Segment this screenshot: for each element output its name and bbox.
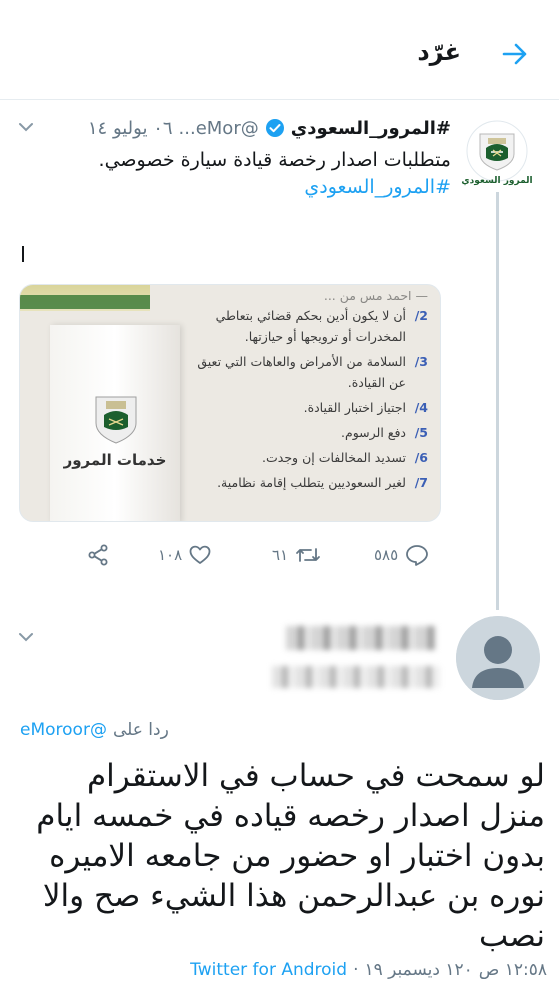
tweet-image[interactable]: خدمات المرور — أحمد مس من ... 2/ أن لا ي… bbox=[19, 284, 441, 522]
list-item: — أحمد مس من ... bbox=[170, 291, 428, 305]
parent-tweet[interactable]: المرور السعودي #المرور_السعودي @eMor... … bbox=[0, 100, 559, 610]
card-green-stripe bbox=[20, 295, 150, 309]
arrow-right-icon bbox=[502, 43, 527, 65]
replying-to-label: ردا على bbox=[112, 720, 169, 740]
top-bar: غرّد bbox=[0, 0, 559, 100]
like-button[interactable]: ١٠٨ bbox=[158, 540, 212, 570]
like-count: ١٠٨ bbox=[158, 546, 183, 564]
traffic-emblem-icon bbox=[95, 396, 137, 444]
list-item-text: دفع الرسوم. bbox=[341, 425, 406, 440]
reply-button[interactable]: ٥٨٥ bbox=[374, 540, 430, 570]
reply-text: لو سمحت في حساب في الاستقرام منزل اصدار … bbox=[36, 758, 545, 954]
tweet-time: ١٢:٥٨ ص bbox=[478, 960, 547, 980]
page-title: غرّد bbox=[417, 38, 461, 66]
avatar[interactable] bbox=[456, 616, 540, 700]
author-name[interactable]: #المرور_السعودي bbox=[291, 118, 451, 139]
list-item-number: 6/ bbox=[414, 450, 428, 465]
tweet-text: متطلبات اصدار رخصة قيادة سيارة خصوصي. bbox=[98, 149, 451, 171]
verified-badge-icon bbox=[265, 119, 284, 137]
list-item: 6/ تسديد المخالفات إن وجدت. bbox=[170, 447, 428, 468]
share-button[interactable] bbox=[86, 540, 110, 570]
list-item: 2/ أن لا يكون أدين بحكم قضائي بتعاطي bbox=[170, 305, 428, 326]
list-item-continuation: عن القيادة. bbox=[347, 375, 406, 390]
list-item: 7/ لغير السعوديين يتطلب إقامة نظامية. bbox=[170, 472, 428, 493]
list-item: 5/ دفع الرسوم. bbox=[170, 422, 428, 443]
list-item-text: — أحمد مس من ... bbox=[323, 291, 428, 303]
tweet-menu-button[interactable] bbox=[18, 118, 34, 137]
thread-line bbox=[496, 192, 499, 610]
meta-separator: · bbox=[353, 960, 359, 980]
blurred-author-handle bbox=[272, 666, 440, 688]
tweet-header: #المرور_السعودي @eMor... ٠٦ يوليو ١٤ bbox=[11, 114, 451, 142]
chevron-down-icon bbox=[19, 123, 33, 132]
list-item: 3/ السلامة من الأمراض والعاهات التي تعيق bbox=[170, 351, 428, 372]
comment-icon bbox=[406, 545, 429, 566]
list-item-text: أن لا يكون أدين بحكم قضائي بتعاطي bbox=[215, 308, 406, 323]
chevron-down-icon bbox=[19, 633, 33, 642]
traffic-emblem-icon bbox=[466, 120, 528, 182]
list-item-text: اجتياز اختبار القيادة. bbox=[303, 400, 406, 415]
blurred-author-name bbox=[286, 626, 436, 650]
avatar[interactable] bbox=[466, 120, 528, 182]
list-item-text: لغير السعوديين يتطلب إقامة نظامية. bbox=[217, 475, 406, 490]
reply-count: ٥٨٥ bbox=[374, 546, 399, 564]
text-cursor bbox=[22, 246, 24, 262]
default-avatar-icon bbox=[456, 616, 540, 700]
avatar-caption: المرور السعودي bbox=[461, 176, 533, 186]
mention-link[interactable]: @eMoroor bbox=[20, 720, 107, 740]
list-item-number: 4/ bbox=[414, 400, 428, 415]
list-item-continuation: المخدرات أو ترويجها أو حيازتها. bbox=[244, 329, 406, 344]
hashtag-link[interactable]: #المرور_السعودي bbox=[304, 176, 451, 198]
reply-tweet[interactable]: ردا على @eMoroor لو سمحت في حساب في الاس… bbox=[0, 610, 559, 1000]
list-item: 4/ اجتياز اختبار القيادة. bbox=[170, 397, 428, 418]
tweet-menu-button[interactable] bbox=[18, 628, 34, 647]
retweet-icon bbox=[296, 548, 321, 562]
retweet-button[interactable]: ٦١ bbox=[272, 540, 322, 570]
list-item-text: تسديد المخالفات إن وجدت. bbox=[262, 450, 406, 465]
list-item-number: 3/ bbox=[414, 354, 428, 369]
tweet-date[interactable]: ٠٦ يوليو ١٤ bbox=[88, 118, 173, 139]
tweet-date: ١٢٠ ديسمبر ١٩ bbox=[364, 960, 473, 980]
share-icon bbox=[88, 544, 108, 566]
heart-icon bbox=[189, 545, 211, 564]
list-item-number: 2/ bbox=[414, 308, 428, 323]
list-item-number: 5/ bbox=[414, 425, 428, 440]
tweet-meta: ١٢:٥٨ ص ١٢٠ ديسمبر ١٩ · Twitter for Andr… bbox=[190, 960, 547, 980]
card-pillar: خدمات المرور bbox=[50, 325, 180, 521]
replying-to: ردا على @eMoroor bbox=[20, 720, 169, 740]
requirements-list: — أحمد مس من ... 2/ أن لا يكون أدين بحكم… bbox=[170, 291, 428, 493]
card-side-label: خدمات المرور bbox=[63, 451, 167, 469]
list-item-number: 7/ bbox=[414, 475, 428, 490]
retweet-count: ٦١ bbox=[272, 546, 289, 564]
author-handle[interactable]: @eMor... bbox=[179, 118, 259, 139]
source-link[interactable]: Twitter for Android bbox=[190, 960, 347, 980]
tweet-actions: ١٠٨ ٦١ ٥٨٥ bbox=[0, 540, 470, 570]
list-item-text: السلامة من الأمراض والعاهات التي تعيق bbox=[197, 354, 406, 369]
back-button[interactable] bbox=[497, 36, 533, 72]
